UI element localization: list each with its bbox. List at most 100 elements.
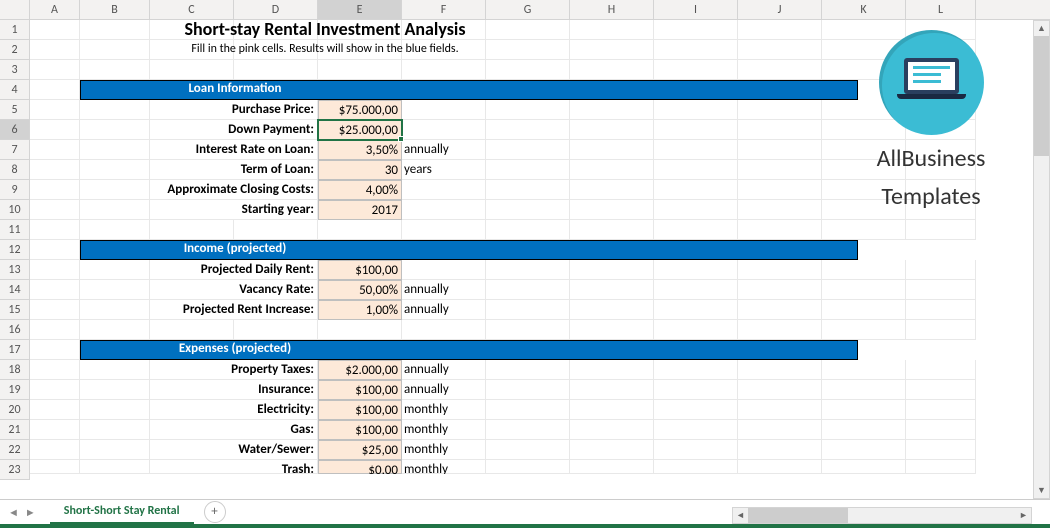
col-header-L[interactable]: L xyxy=(906,0,976,19)
row-header-19[interactable]: 19 xyxy=(0,380,29,400)
label-insurance[interactable]: Insurance: xyxy=(150,380,318,400)
input-daily-rent[interactable]: $100,00 xyxy=(318,260,402,280)
cell[interactable] xyxy=(30,80,80,100)
cell[interactable]: monthly xyxy=(402,400,486,420)
cell[interactable]: annually xyxy=(402,140,486,160)
input-closing-costs[interactable]: 4,00% xyxy=(318,180,402,200)
input-gas[interactable]: $100,00 xyxy=(318,420,402,440)
label-trash[interactable]: Trash: xyxy=(150,460,318,474)
cell[interactable] xyxy=(402,100,486,120)
input-purchase-price[interactable]: $75.000,00 xyxy=(318,100,402,120)
label-closing-costs[interactable]: Approximate Closing Costs: xyxy=(150,180,318,200)
row-header-17[interactable]: 17 xyxy=(0,340,29,360)
cell[interactable]: annually xyxy=(402,360,486,380)
cell[interactable] xyxy=(402,200,486,220)
section-header-loan[interactable]: Loan Information xyxy=(80,80,858,100)
row-header-22[interactable]: 22 xyxy=(0,440,29,460)
input-water-sewer[interactable]: $25,00 xyxy=(318,440,402,460)
col-header-K[interactable]: K xyxy=(822,0,906,19)
scroll-left-arrow-icon[interactable]: ◄ xyxy=(733,508,748,523)
row-header-2[interactable]: 2 xyxy=(0,40,29,60)
col-header-G[interactable]: G xyxy=(486,0,570,19)
input-trash[interactable]: $0,00 xyxy=(318,460,402,474)
label-starting-year[interactable]: Starting year: xyxy=(150,200,318,220)
title-cell[interactable]: Short-stay Rental Investment Analysis xyxy=(80,20,570,39)
select-all-corner[interactable] xyxy=(0,0,30,19)
label-gas[interactable]: Gas: xyxy=(150,420,318,440)
cell[interactable]: monthly xyxy=(402,440,486,460)
cell[interactable]: monthly xyxy=(402,420,486,440)
cell[interactable] xyxy=(30,40,80,60)
cell[interactable] xyxy=(402,180,486,200)
col-header-A[interactable]: A xyxy=(30,0,80,19)
vertical-scrollbar[interactable]: ▲ ▼ xyxy=(1033,20,1050,499)
label-rent-increase[interactable]: Projected Rent Increase: xyxy=(150,300,318,320)
row-header-8[interactable]: 8 xyxy=(0,160,29,180)
col-header-J[interactable]: J xyxy=(738,0,822,19)
input-property-taxes[interactable]: $2.000,00 xyxy=(318,360,402,380)
cell[interactable] xyxy=(30,20,80,40)
col-header-D[interactable]: D xyxy=(234,0,318,19)
sheet-tab-active[interactable]: Short-Short Stay Rental xyxy=(50,500,194,524)
label-daily-rent[interactable]: Projected Daily Rent: xyxy=(150,260,318,280)
row-header-20[interactable]: 20 xyxy=(0,400,29,420)
col-header-H[interactable]: H xyxy=(570,0,654,19)
input-rent-increase[interactable]: 1,00% xyxy=(318,300,402,320)
row-header-16[interactable]: 16 xyxy=(0,320,29,340)
row-header-23[interactable]: 23 xyxy=(0,460,29,480)
horizontal-scrollbar[interactable]: ◄ ► xyxy=(732,507,1032,524)
horizontal-scroll-thumb[interactable] xyxy=(748,508,848,523)
input-term-loan[interactable]: 30 xyxy=(318,160,402,180)
label-electricity[interactable]: Electricity: xyxy=(150,400,318,420)
cell[interactable]: annually xyxy=(402,280,486,300)
cell[interactable]: years xyxy=(402,160,486,180)
row-header-10[interactable]: 10 xyxy=(0,200,29,220)
col-header-B[interactable]: B xyxy=(80,0,150,19)
vertical-scroll-thumb[interactable] xyxy=(1034,36,1049,156)
row-header-15[interactable]: 15 xyxy=(0,300,29,320)
scroll-up-arrow-icon[interactable]: ▲ xyxy=(1034,21,1049,36)
input-interest-rate[interactable]: 3,50% xyxy=(318,140,402,160)
col-header-F[interactable]: F xyxy=(402,0,486,19)
col-header-E[interactable]: E xyxy=(318,0,402,19)
input-electricity[interactable]: $100,00 xyxy=(318,400,402,420)
label-purchase-price[interactable]: Purchase Price: xyxy=(150,100,318,120)
row-header-12[interactable]: 12 xyxy=(0,240,29,260)
scroll-down-arrow-icon[interactable]: ▼ xyxy=(1034,483,1049,498)
label-term-loan[interactable]: Term of Loan: xyxy=(150,160,318,180)
fill-handle[interactable] xyxy=(398,136,404,142)
cell[interactable] xyxy=(402,260,486,280)
section-header-income[interactable]: Income (projected) xyxy=(80,240,858,260)
row-header-21[interactable]: 21 xyxy=(0,420,29,440)
input-down-payment[interactable]: $25.000,00 xyxy=(318,120,402,140)
row-header-11[interactable]: 11 xyxy=(0,220,29,240)
section-header-expenses[interactable]: Expenses (projected) xyxy=(80,340,858,360)
row-header-7[interactable]: 7 xyxy=(0,140,29,160)
row-header-14[interactable]: 14 xyxy=(0,280,29,300)
label-vacancy-rate[interactable]: Vacancy Rate: xyxy=(150,280,318,300)
tab-nav-next-icon[interactable]: ► xyxy=(25,506,36,519)
col-header-I[interactable]: I xyxy=(654,0,738,19)
row-header-13[interactable]: 13 xyxy=(0,260,29,280)
cell[interactable]: annually xyxy=(402,380,486,400)
add-sheet-button[interactable]: + xyxy=(204,501,226,523)
row-header-9[interactable]: 9 xyxy=(0,180,29,200)
cell[interactable]: annually xyxy=(402,300,486,320)
row-header-5[interactable]: 5 xyxy=(0,100,29,120)
scroll-right-arrow-icon[interactable]: ► xyxy=(1016,508,1031,523)
input-vacancy-rate[interactable]: 50,00% xyxy=(318,280,402,300)
label-down-payment[interactable]: Down Payment: xyxy=(150,120,318,140)
input-starting-year[interactable]: 2017 xyxy=(318,200,402,220)
row-header-3[interactable]: 3 xyxy=(0,60,29,80)
input-insurance[interactable]: $100,00 xyxy=(318,380,402,400)
row-header-18[interactable]: 18 xyxy=(0,360,29,380)
row-header-6[interactable]: 6 xyxy=(0,120,29,140)
subtitle-cell[interactable]: Fill in the pink cells. Results will sho… xyxy=(80,40,570,59)
cell[interactable] xyxy=(402,120,486,140)
row-header-1[interactable]: 1 xyxy=(0,20,29,40)
tab-nav-prev-icon[interactable]: ◄ xyxy=(8,506,19,519)
label-interest-rate[interactable]: Interest Rate on Loan: xyxy=(150,140,318,160)
row-header-4[interactable]: 4 xyxy=(0,80,29,100)
col-header-C[interactable]: C xyxy=(150,0,234,19)
label-property-taxes[interactable]: Property Taxes: xyxy=(150,360,318,380)
